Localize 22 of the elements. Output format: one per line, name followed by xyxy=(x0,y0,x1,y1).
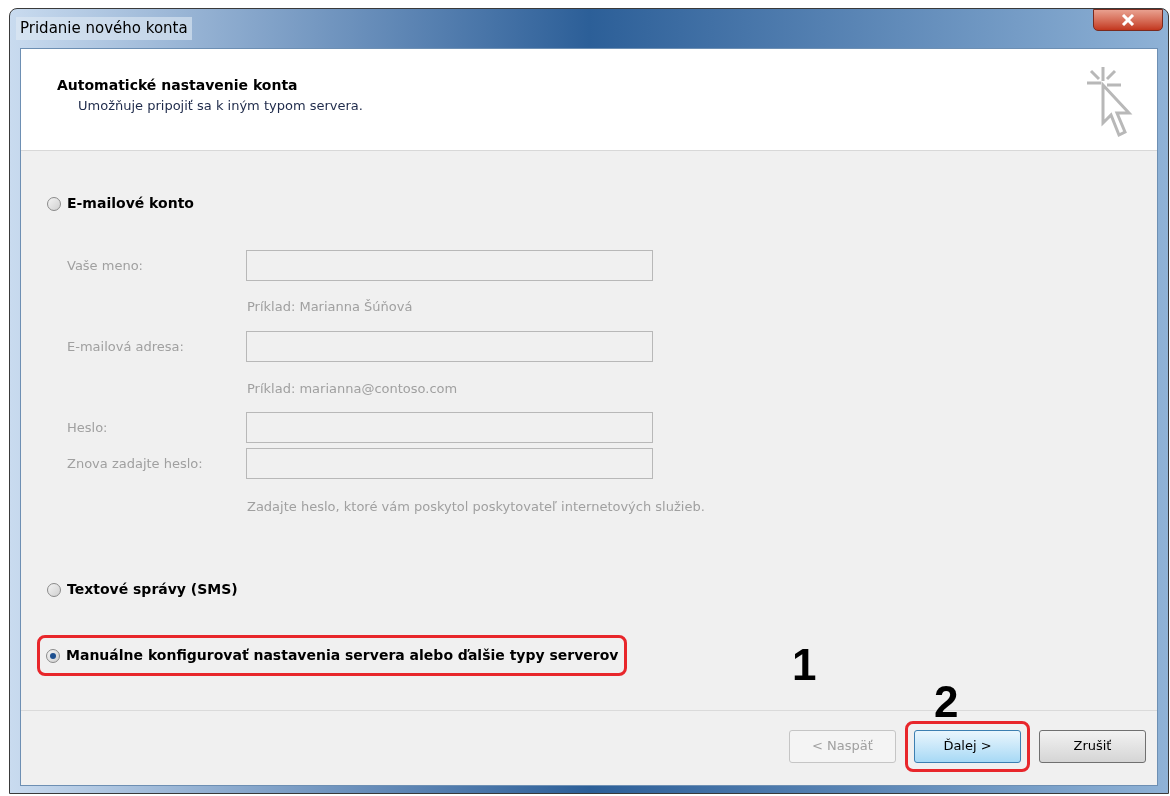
close-button[interactable] xyxy=(1093,9,1163,31)
field-label: Znova zadajte heslo: xyxy=(67,455,203,473)
close-icon xyxy=(1121,14,1135,26)
radio-button[interactable] xyxy=(47,196,61,211)
hint-text: Príklad: marianna@contoso.com xyxy=(247,380,458,398)
header-subtitle: Umožňuje pripojiť sa k iným typom servera. xyxy=(78,97,363,115)
option-label[interactable]: E-mailové konto xyxy=(67,193,194,214)
dialog-button[interactable]: Zrušiť xyxy=(1039,729,1146,763)
field-label: E-mailová adresa: xyxy=(67,338,184,356)
step-number: 1 xyxy=(792,643,817,687)
header-title: Automatické nastavenie konta xyxy=(57,76,299,95)
option-label[interactable]: Manuálne konfigurovať nastavenia servera alebo ďalšie typy serverov xyxy=(66,645,619,666)
field-label: Heslo: xyxy=(67,419,108,437)
hint-text: Príklad: Marianna Šúňová xyxy=(247,298,413,316)
radio-button[interactable] xyxy=(47,582,61,597)
radio-button[interactable] xyxy=(46,648,60,663)
window-title: Pridanie nového konta xyxy=(16,17,192,40)
option-label[interactable]: Textové správy (SMS) xyxy=(67,579,238,600)
dialog-button[interactable]: Ďalej > xyxy=(914,729,1021,763)
field-label: Vaše meno: xyxy=(67,257,143,275)
step-number: 2 xyxy=(934,680,959,724)
hint-text: Zadajte heslo, ktoré vám poskytol poskytovateľ internetových služieb. xyxy=(247,498,705,516)
